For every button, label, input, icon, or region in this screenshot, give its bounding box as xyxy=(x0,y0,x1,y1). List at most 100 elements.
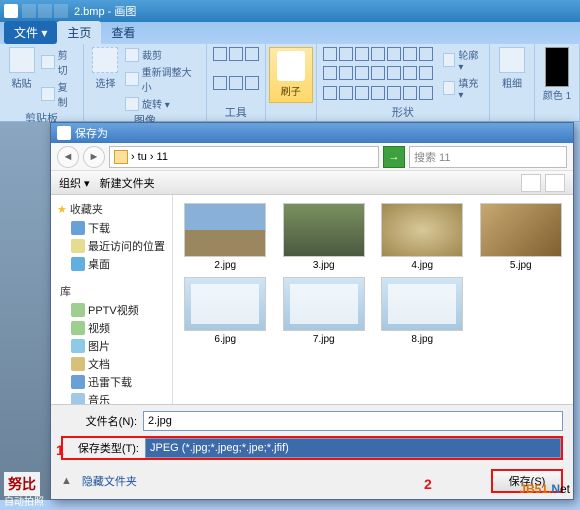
sidebar-documents[interactable]: 文档 xyxy=(51,355,172,373)
sidebar-music[interactable]: 音乐 xyxy=(51,391,172,404)
select-icon xyxy=(92,47,118,73)
file-item[interactable]: 6.jpg xyxy=(181,277,270,345)
sidebar-favorites[interactable]: ★收藏夹 xyxy=(51,199,172,219)
zoom-tool-icon[interactable] xyxy=(245,76,259,90)
sidebar-downloads[interactable]: 下载 xyxy=(51,219,172,237)
qat-redo-icon[interactable] xyxy=(54,4,68,18)
paste-icon xyxy=(9,47,35,73)
dialog-title: 保存为 xyxy=(75,125,108,141)
paste-button[interactable]: 粘贴 xyxy=(6,47,37,109)
file-item[interactable]: 5.jpg xyxy=(477,203,566,271)
app-title: 2.bmp - 画图 xyxy=(74,3,136,19)
video-icon xyxy=(71,321,85,335)
shapes-gallery[interactable] xyxy=(323,47,433,103)
folder-icon xyxy=(114,150,128,164)
recent-icon xyxy=(71,239,85,253)
hide-folders-link[interactable]: 隐藏文件夹 xyxy=(82,473,137,489)
filetype-dropdown[interactable]: JPEG (*.jpg;*.jpeg;*.jpe;*.jfif) xyxy=(145,438,561,458)
sidebar-thunder[interactable]: 迅雷下载 xyxy=(51,373,172,391)
tab-view[interactable]: 查看 xyxy=(101,21,145,44)
sidebar-videos[interactable]: 视频 xyxy=(51,319,172,337)
copy-button[interactable]: 复制 xyxy=(41,79,77,109)
group-tools: 工具 xyxy=(207,44,266,121)
file-item[interactable]: 8.jpg xyxy=(378,277,467,345)
cut-button[interactable]: 剪切 xyxy=(41,47,77,77)
filetype-label: 保存类型(T): xyxy=(63,440,139,456)
download-icon xyxy=(71,221,85,235)
shape-outline-button[interactable]: 轮廓 ▾ xyxy=(443,47,483,73)
resize-button[interactable]: 重新调整大小 xyxy=(125,64,200,94)
file-list[interactable]: 2.jpg 3.jpg 4.jpg 5.jpg 6.jpg 7.jpg 8.jp… xyxy=(173,195,573,404)
tab-file[interactable]: 文件 ▾ xyxy=(4,21,57,44)
eraser-tool-icon[interactable] xyxy=(213,76,227,90)
watermark: JB51.Net xyxy=(519,482,570,496)
group-shapes: 轮廓 ▾ 填充 ▾ 形状 xyxy=(317,44,490,121)
group-label-shapes: 形状 xyxy=(323,103,483,121)
file-item[interactable]: 4.jpg xyxy=(378,203,467,271)
shape-fill-button[interactable]: 填充 ▾ xyxy=(443,75,483,101)
crop-button[interactable]: 裁剪 xyxy=(125,47,200,62)
help-button[interactable] xyxy=(545,174,565,192)
file-item[interactable]: 3.jpg xyxy=(280,203,369,271)
search-input[interactable]: 搜索 11 xyxy=(409,146,567,168)
expand-icon[interactable]: ▲ xyxy=(61,475,72,487)
qat-undo-icon[interactable] xyxy=(38,4,52,18)
quick-access-toolbar[interactable] xyxy=(22,4,68,18)
filename-input[interactable]: 2.jpg xyxy=(143,411,563,431)
dialog-icon xyxy=(57,126,71,140)
ribbon-tabs: 文件 ▾ 主页 查看 xyxy=(0,22,580,44)
brush-button[interactable]: 刷子 xyxy=(269,47,313,103)
back-button[interactable]: ◄ xyxy=(57,146,79,168)
cut-icon xyxy=(41,55,55,69)
music-icon xyxy=(71,393,85,404)
color1-button[interactable]: 颜色 1 xyxy=(541,47,573,102)
view-mode-button[interactable] xyxy=(521,174,541,192)
sidebar-desktop[interactable]: 桌面 xyxy=(51,255,172,273)
text-tool-icon[interactable] xyxy=(245,47,259,61)
forward-button[interactable]: ► xyxy=(83,146,105,168)
thickness-button[interactable]: 粗细 xyxy=(496,47,528,90)
rotate-button[interactable]: 旋转 ▾ xyxy=(125,96,200,111)
filename-label: 文件名(N): xyxy=(61,413,137,429)
sidebar-libraries[interactable]: 库 xyxy=(51,281,172,301)
pptv-icon xyxy=(71,303,85,317)
tab-home[interactable]: 主页 xyxy=(57,21,101,44)
file-item[interactable]: 2.jpg xyxy=(181,203,270,271)
thunder-icon xyxy=(71,375,85,389)
select-button[interactable]: 选择 xyxy=(90,47,121,111)
sidebar-pptv[interactable]: PPTV视频 xyxy=(51,301,172,319)
refresh-button[interactable]: → xyxy=(383,146,405,168)
qat-save-icon[interactable] xyxy=(22,4,36,18)
sidebar-pictures[interactable]: 图片 xyxy=(51,337,172,355)
picker-tool-icon[interactable] xyxy=(229,76,243,90)
dialog-toolbar: 组织 ▾ 新建文件夹 xyxy=(51,171,573,195)
group-label-tools: 工具 xyxy=(213,103,259,121)
dialog-nav: ◄ ► › tu › 11 → 搜索 11 xyxy=(51,143,573,171)
picture-icon xyxy=(71,339,85,353)
rotate-icon xyxy=(125,97,139,111)
save-as-dialog: 保存为 ◄ ► › tu › 11 → 搜索 11 组织 ▾ 新建文件夹 ★收藏… xyxy=(50,122,574,500)
canvas-background xyxy=(0,122,50,500)
annotation-1: 1 xyxy=(56,442,64,458)
annotation-2: 2 xyxy=(424,476,432,492)
organize-button[interactable]: 组织 ▾ xyxy=(59,175,90,191)
dialog-bottom-panel: 文件名(N): 2.jpg 保存类型(T): JPEG (*.jpg;*.jpe… xyxy=(51,404,573,499)
ribbon: 粘贴 剪切 复制 剪贴板 选择 裁剪 重新调整大小 旋转 ▾ 图像 xyxy=(0,44,580,122)
file-item[interactable]: 7.jpg xyxy=(280,277,369,345)
thickness-icon xyxy=(499,47,525,73)
group-brush: 刷子 xyxy=(266,44,317,121)
sidebar-recent[interactable]: 最近访问的位置 xyxy=(51,237,172,255)
ad-subtitle: 自动拍照 xyxy=(4,493,44,508)
crop-icon xyxy=(125,48,139,62)
fill-tool-icon[interactable] xyxy=(229,47,243,61)
document-icon xyxy=(71,357,85,371)
group-clipboard: 粘贴 剪切 复制 剪贴板 xyxy=(0,44,84,121)
new-folder-button[interactable]: 新建文件夹 xyxy=(100,175,155,191)
group-color: 颜色 1 xyxy=(535,44,580,121)
group-image: 选择 裁剪 重新调整大小 旋转 ▾ 图像 xyxy=(84,44,207,121)
color1-swatch xyxy=(545,47,569,87)
outline-icon xyxy=(443,53,456,67)
breadcrumb[interactable]: › tu › 11 xyxy=(109,146,379,168)
pencil-tool-icon[interactable] xyxy=(213,47,227,61)
dialog-titlebar[interactable]: 保存为 xyxy=(51,123,573,143)
